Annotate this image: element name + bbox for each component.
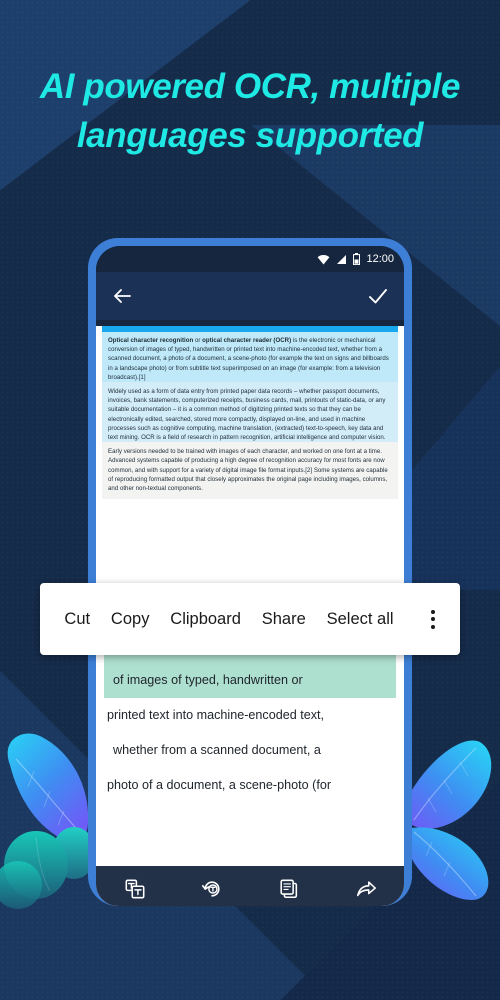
redo-ocr-icon[interactable] — [201, 878, 223, 900]
context-menu-item-share[interactable]: Share — [262, 610, 306, 629]
signal-icon — [337, 254, 347, 264]
headline-line-2: languages supported — [76, 116, 424, 155]
document-paragraph-1: Optical character recognition or optical… — [102, 332, 398, 383]
context-menu-item-cut[interactable]: Cut — [64, 610, 90, 629]
context-menu-item-clipboard[interactable]: Clipboard — [170, 610, 241, 629]
wifi-icon — [318, 254, 330, 264]
doc-bold-1: Optical character recognition — [108, 337, 194, 344]
ocr-result-line[interactable]: photo of a document, a scene-photo (for — [104, 768, 396, 803]
battery-icon — [353, 253, 361, 265]
phone-mockup: 12:00 Optical character recognition or o… — [88, 238, 412, 906]
context-menu-item-copy[interactable]: Copy — [111, 610, 150, 629]
document-paragraph-2: Widely used as a form of data entry from… — [102, 382, 398, 443]
headline-line-1: AI powered OCR, multiple — [39, 67, 461, 106]
more-dot-2 — [431, 617, 435, 621]
more-dot-1 — [431, 609, 435, 614]
context-menu-items: Cut Copy Clipboard Share Select all — [40, 610, 418, 629]
ocr-result-line[interactable]: of images of typed, handwritten or — [104, 663, 396, 698]
copy-icon[interactable] — [278, 878, 300, 900]
status-bar-time: 12:00 — [366, 253, 394, 265]
page-title: AI powered OCR, multiple languages suppo… — [0, 62, 500, 160]
more-vertical-icon[interactable] — [418, 609, 448, 629]
more-dot-3 — [431, 624, 435, 629]
context-menu-item-select-all[interactable]: Select all — [327, 610, 394, 629]
checkmark-icon[interactable] — [366, 284, 390, 308]
bottom-navigation — [96, 866, 404, 906]
share-icon[interactable] — [355, 878, 377, 900]
app-bar — [96, 272, 404, 320]
text-selection-context-menu[interactable]: Cut Copy Clipboard Share Select all — [40, 583, 460, 655]
ocr-result-line[interactable]: whether from a scanned document, a — [104, 733, 396, 768]
ocr-result-line[interactable]: printed text into machine-encoded text, — [104, 698, 396, 733]
doc-mid-1: or — [193, 337, 203, 344]
doc-bold-2: optical character reader (OCR) — [202, 337, 292, 344]
translate-text-icon[interactable] — [124, 878, 146, 900]
document-paragraph-3: Early versions needed to be trained with… — [102, 442, 398, 500]
phone-screen: 12:00 Optical character recognition or o… — [96, 246, 404, 906]
leaf-shape — [7, 733, 89, 843]
document-preview[interactable]: Optical character recognition or optical… — [102, 326, 398, 500]
status-bar: 12:00 — [96, 246, 404, 272]
back-arrow-icon[interactable] — [110, 284, 134, 308]
